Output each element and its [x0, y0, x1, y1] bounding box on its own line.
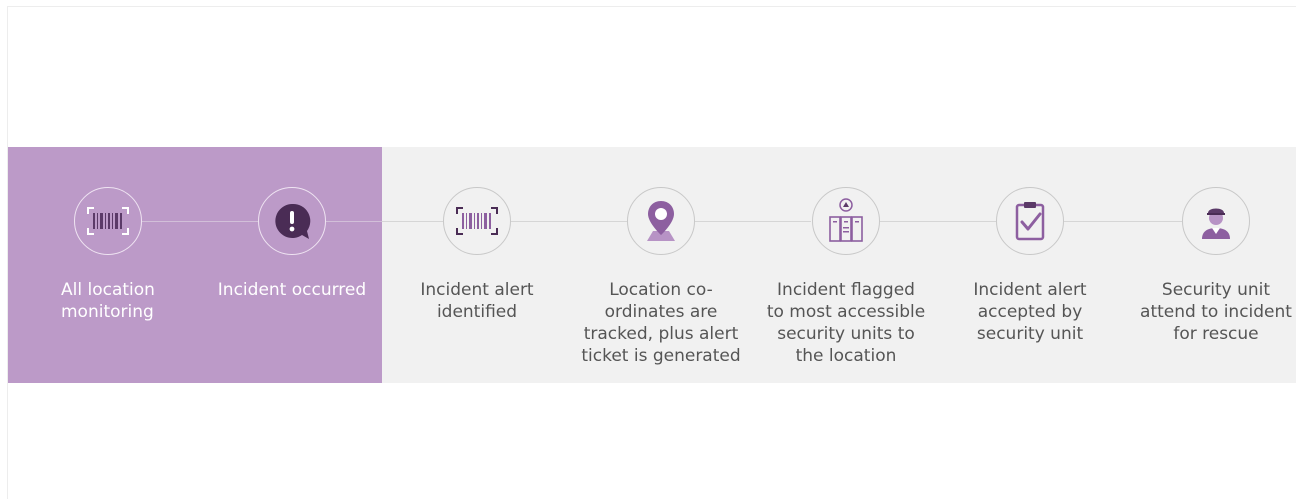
step-icon-circle: [443, 187, 511, 255]
step-label: Security unit attend to incident for res…: [1140, 280, 1292, 344]
step-icon-circle: [627, 187, 695, 255]
step-incident-flagged: Incident flagged to most accessible secu…: [761, 187, 931, 367]
barcode-icon: [86, 206, 130, 236]
security-units-icon: [821, 196, 871, 246]
alert-speech-icon: [272, 201, 312, 241]
checklist-icon: [1010, 199, 1050, 243]
step-label: Incident alert accepted by security unit: [973, 280, 1087, 344]
location-pin-icon: [641, 199, 681, 243]
step-label: Incident alert identified: [420, 280, 534, 322]
step-icon-circle: [812, 187, 880, 255]
step-label: Incident flagged to most accessible secu…: [766, 280, 926, 366]
step-icon-circle: [258, 187, 326, 255]
step-alert-accepted: Incident alert accepted by security unit: [945, 187, 1115, 345]
step-location-tracked: Location co- ordinates are tracked, plus…: [576, 187, 746, 367]
process-flow-band: All location monitoring Incident occurre…: [8, 147, 1296, 383]
step-label: All location monitoring: [61, 280, 155, 322]
barcode-icon: [455, 206, 499, 236]
step-label: Location co- ordinates are tracked, plus…: [581, 280, 741, 366]
security-officer-icon: [1196, 201, 1236, 241]
step-icon-circle: [1182, 187, 1250, 255]
step-label: Incident occurred: [217, 280, 367, 300]
step-icon-circle: [996, 187, 1064, 255]
step-all-location-monitoring: All location monitoring: [23, 187, 193, 323]
step-incident-occurred: Incident occurred: [207, 187, 377, 301]
step-incident-alert-identified: Incident alert identified: [392, 187, 562, 323]
step-icon-circle: [74, 187, 142, 255]
step-security-unit-attend: Security unit attend to incident for res…: [1131, 187, 1296, 345]
